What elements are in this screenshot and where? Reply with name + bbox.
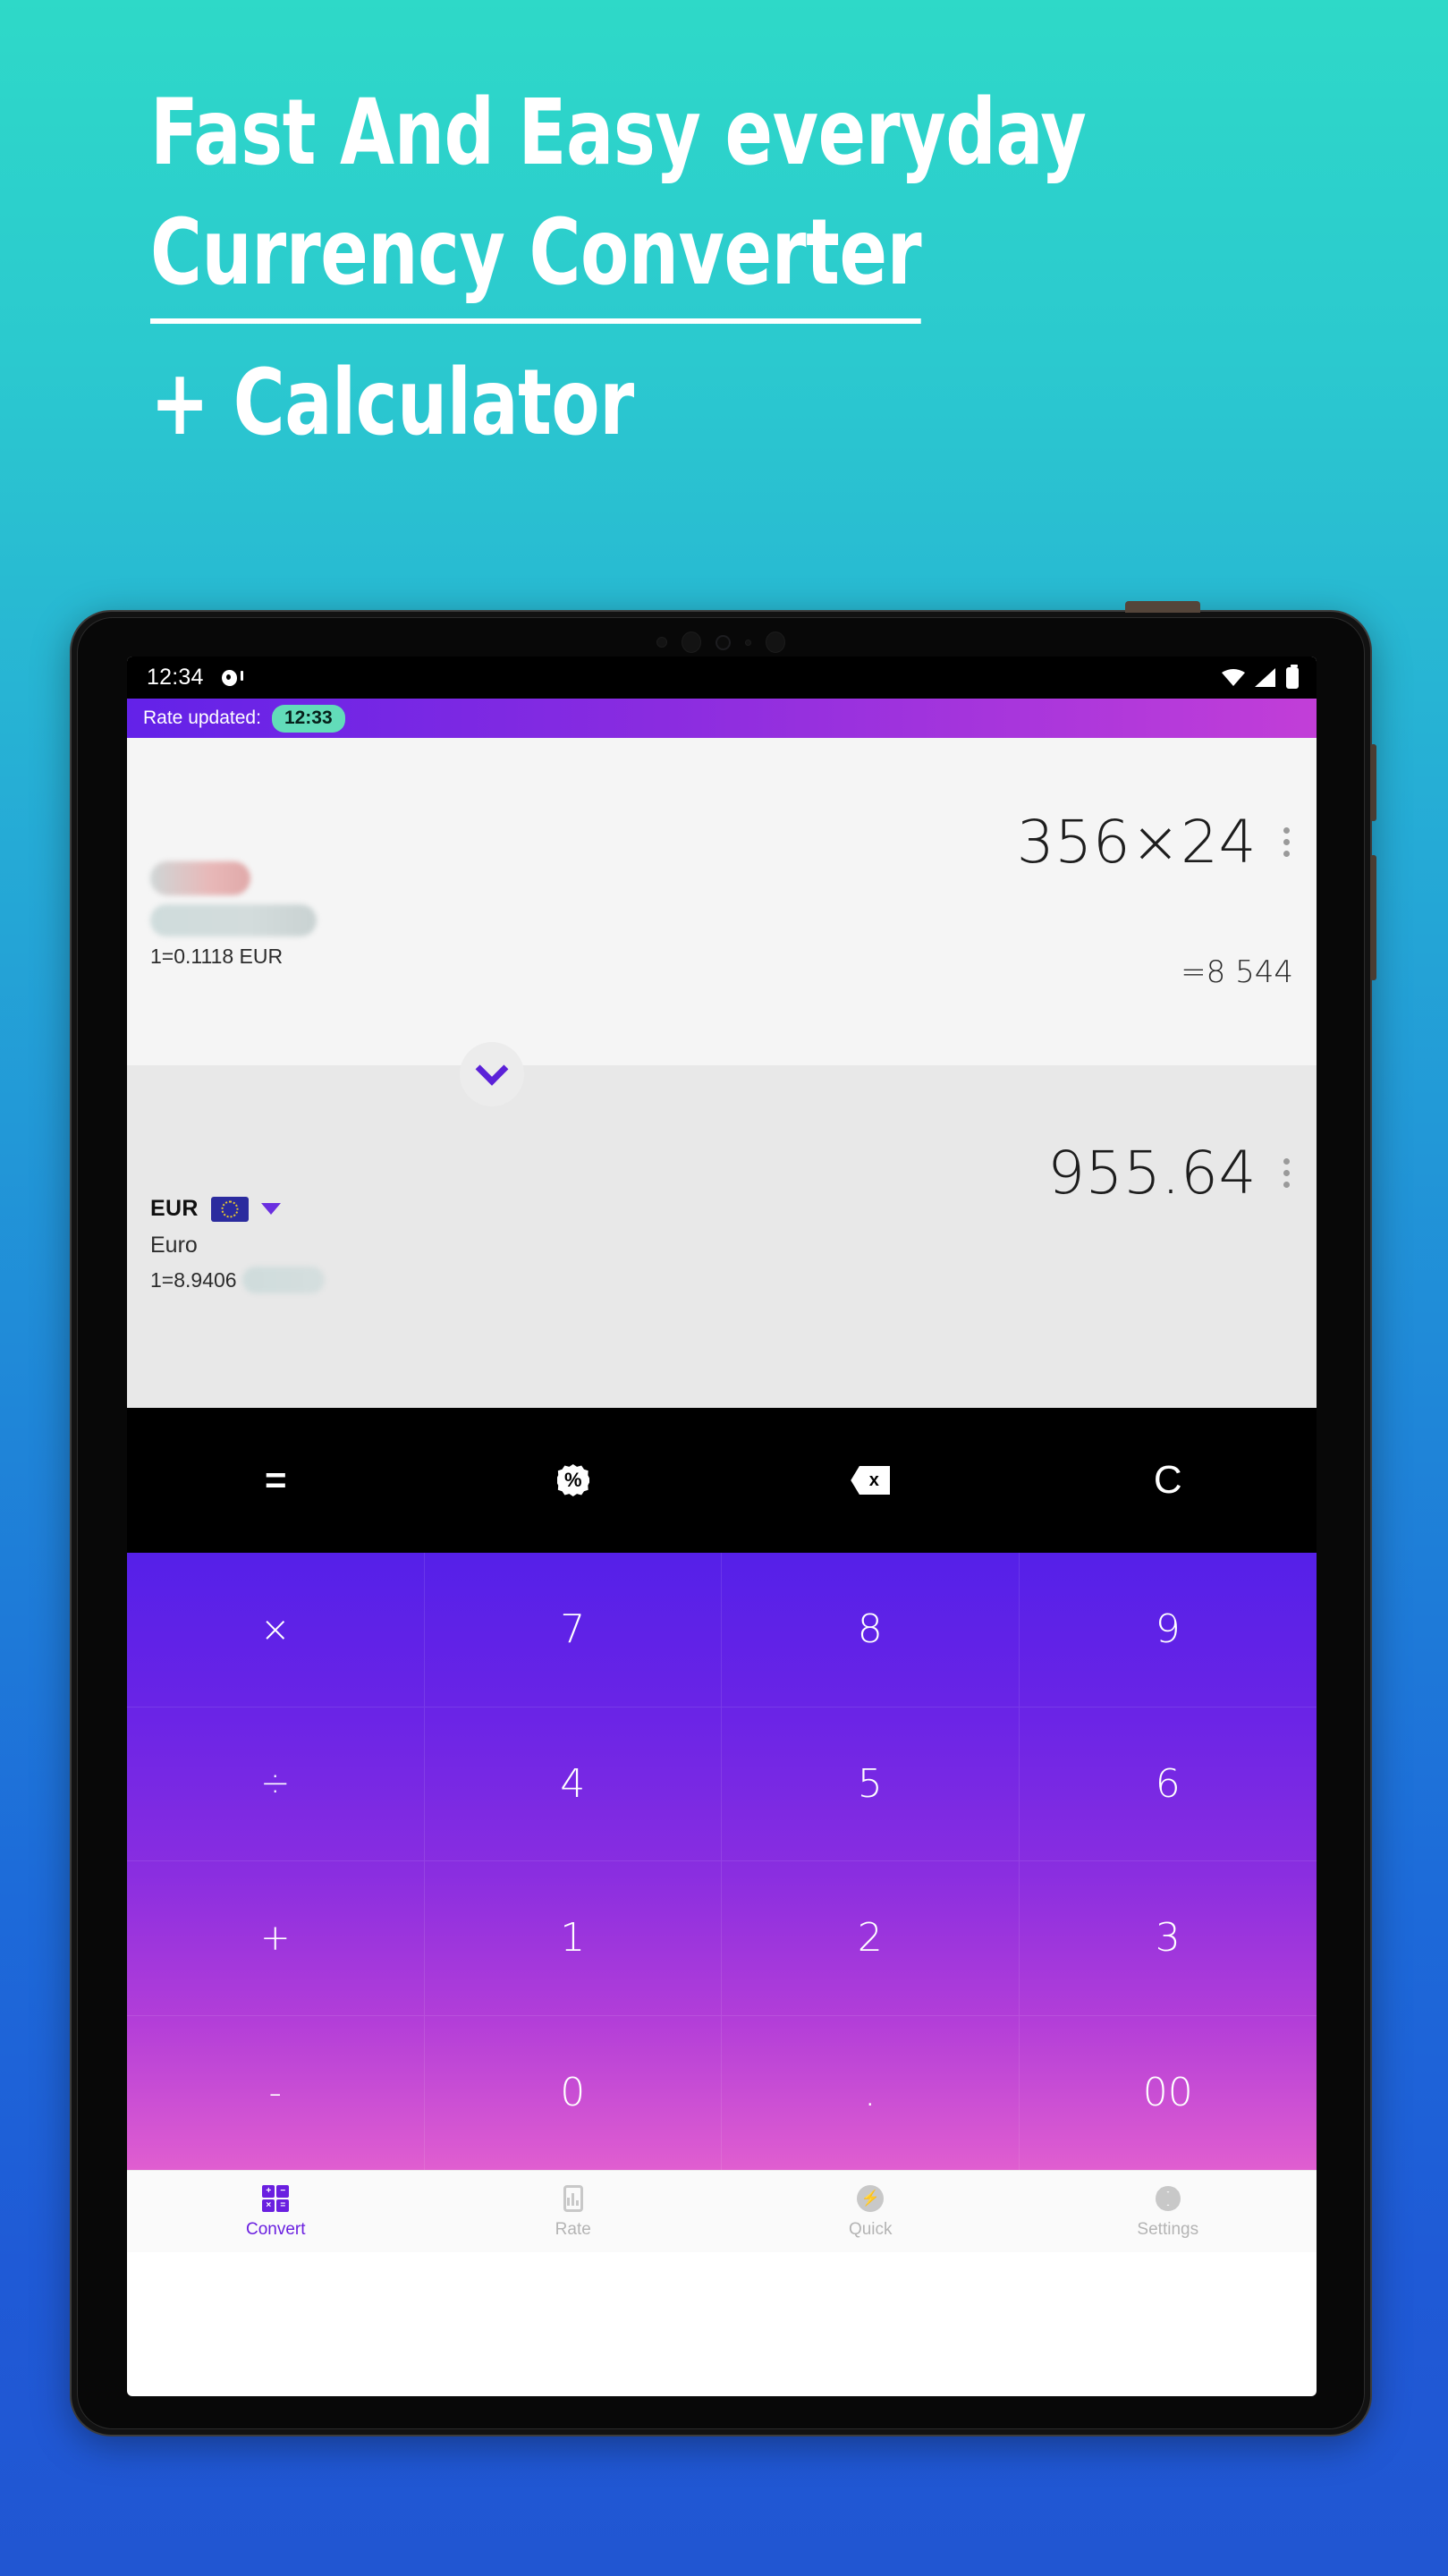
nav-item-convert[interactable]: + − × = Convert — [127, 2184, 425, 2240]
rate-updated-bar[interactable]: Rate updated: 12:33 — [127, 699, 1317, 738]
key-6[interactable]: 6 — [1019, 1707, 1317, 1861]
rate-chart-icon — [559, 2184, 588, 2213]
percent-button[interactable]: % — [425, 1408, 723, 1553]
key-0[interactable]: 0 — [425, 2015, 722, 2170]
equals-label: = — [264, 1459, 287, 1501]
key-minus[interactable]: - — [127, 2015, 425, 2170]
target-currency-header[interactable]: EUR — [150, 1196, 325, 1222]
key-5[interactable]: 5 — [722, 1707, 1020, 1861]
source-amount-row: 356×24 — [1017, 808, 1293, 877]
mic-dot-icon — [766, 631, 785, 653]
quick-bolt-icon: ⚡ — [856, 2184, 885, 2213]
speaker-dot-icon — [682, 631, 701, 653]
promo-headline-line-2: Currency Converter — [150, 208, 922, 324]
source-currency-code-redacted — [150, 861, 250, 895]
nav-label-rate: Rate — [555, 2219, 591, 2239]
front-camera-cluster — [656, 631, 785, 653]
rate-updated-time-badge: 12:33 — [271, 704, 345, 733]
promo-headline-line-1: Fast And Easy everyday — [150, 80, 1087, 186]
rate-updated-label: Rate updated: — [143, 708, 261, 728]
battery-icon — [1286, 664, 1299, 689]
target-kebab-menu-icon[interactable] — [1280, 1151, 1293, 1195]
convert-grid-icon: + − × = — [261, 2184, 290, 2213]
target-rate-prefix: 1=8.9406 — [150, 1267, 237, 1292]
nav-label-quick: Quick — [848, 2219, 893, 2239]
source-currency-block[interactable]: 1=0.1118 EUR — [150, 861, 317, 969]
target-currency-name: Euro — [150, 1233, 198, 1258]
eu-flag-icon — [210, 1196, 249, 1222]
top-button[interactable] — [1125, 601, 1200, 613]
light-sensor-icon — [745, 639, 751, 646]
clear-button[interactable]: C — [1020, 1408, 1317, 1553]
nav-label-convert: Convert — [245, 2219, 306, 2239]
key-1[interactable]: 1 — [424, 1861, 722, 2016]
clear-label: C — [1153, 1458, 1182, 1502]
key-double-zero[interactable]: 00 — [1020, 2016, 1317, 2171]
tablet-device-frame: 12:34 Rate updated: 12:33 356×24 =8 544 … — [70, 601, 1376, 2436]
key-8[interactable]: 8 — [722, 1553, 1020, 1707]
source-result: =8 544 — [1181, 954, 1293, 990]
status-bar-left: 12:34 — [147, 665, 243, 691]
status-bar-right — [1222, 664, 1299, 689]
backspace-button[interactable]: x — [722, 1408, 1020, 1553]
source-currency-name-redacted — [150, 904, 317, 936]
converter-area: 356×24 =8 544 1=0.1118 EUR 955.64 EUR Eu… — [127, 738, 1317, 1408]
source-rate-line: 1=0.1118 EUR — [150, 945, 284, 968]
key-plus[interactable]: + — [127, 1861, 425, 2016]
target-amount[interactable]: 955.64 — [1047, 1139, 1257, 1208]
key-9[interactable]: 9 — [1019, 1553, 1317, 1707]
key-4[interactable]: 4 — [424, 1707, 722, 1861]
sensor-dot-icon — [656, 637, 667, 648]
target-rate-suffix-redacted — [241, 1267, 325, 1293]
swap-currencies-button[interactable] — [460, 1042, 524, 1106]
notification-blob-icon — [221, 668, 243, 688]
target-amount-row: 955.64 — [1047, 1139, 1293, 1208]
key-decimal[interactable]: . — [722, 2015, 1020, 2170]
source-expression[interactable]: 356×24 — [1017, 808, 1257, 877]
nav-item-quick[interactable]: ⚡ Quick — [722, 2184, 1020, 2240]
target-currency-code: EUR — [150, 1196, 199, 1221]
key-multiply[interactable]: × — [127, 1553, 425, 1707]
key-2[interactable]: 2 — [722, 1861, 1020, 2016]
camera-lens-icon — [716, 634, 731, 650]
nav-item-settings[interactable]: Settings — [1020, 2184, 1317, 2240]
source-kebab-menu-icon[interactable] — [1280, 820, 1293, 864]
equals-button[interactable]: = — [127, 1408, 425, 1553]
target-currency-panel[interactable]: 955.64 EUR Euro 1=8.9406 — [127, 1065, 1317, 1408]
caret-down-icon[interactable] — [260, 1203, 281, 1215]
chevron-down-icon — [475, 1052, 509, 1086]
nav-label-settings: Settings — [1137, 2219, 1199, 2239]
target-rate-line: 1=8.9406 — [150, 1267, 325, 1293]
calculator-function-row: = % x C — [127, 1408, 1317, 1553]
key-3[interactable]: 3 — [1019, 1861, 1317, 2016]
key-divide[interactable]: ÷ — [127, 1707, 425, 1861]
bottom-navigation-bar: + − × = Convert Rate ⚡ Quick Settings — [127, 2170, 1317, 2252]
cell-signal-icon — [1255, 668, 1276, 687]
volume-button[interactable] — [1370, 855, 1376, 980]
tablet-screen: 12:34 Rate updated: 12:33 356×24 =8 544 … — [127, 657, 1317, 2396]
promo-headline-line-3: + Calculator — [150, 350, 634, 456]
key-7[interactable]: 7 — [424, 1553, 722, 1707]
promo-headline: Fast And Easy everyday Currency Converte… — [150, 88, 1224, 449]
target-currency-block[interactable]: EUR Euro 1=8.9406 — [150, 1196, 325, 1293]
backspace-icon: x — [851, 1466, 891, 1495]
gear-icon — [1154, 2184, 1182, 2213]
wifi-icon — [1222, 669, 1245, 686]
percent-badge-icon: % — [556, 1464, 589, 1496]
source-currency-panel[interactable]: 356×24 =8 544 1=0.1118 EUR — [127, 738, 1317, 1065]
nav-item-rate[interactable]: Rate — [425, 2184, 723, 2240]
calculator-keypad: × 7 8 9 ÷ 4 5 6 + 1 2 3 - 0 . 00 — [127, 1553, 1317, 2170]
status-clock: 12:34 — [147, 665, 204, 690]
power-button[interactable] — [1370, 744, 1376, 821]
status-bar: 12:34 — [127, 657, 1317, 699]
